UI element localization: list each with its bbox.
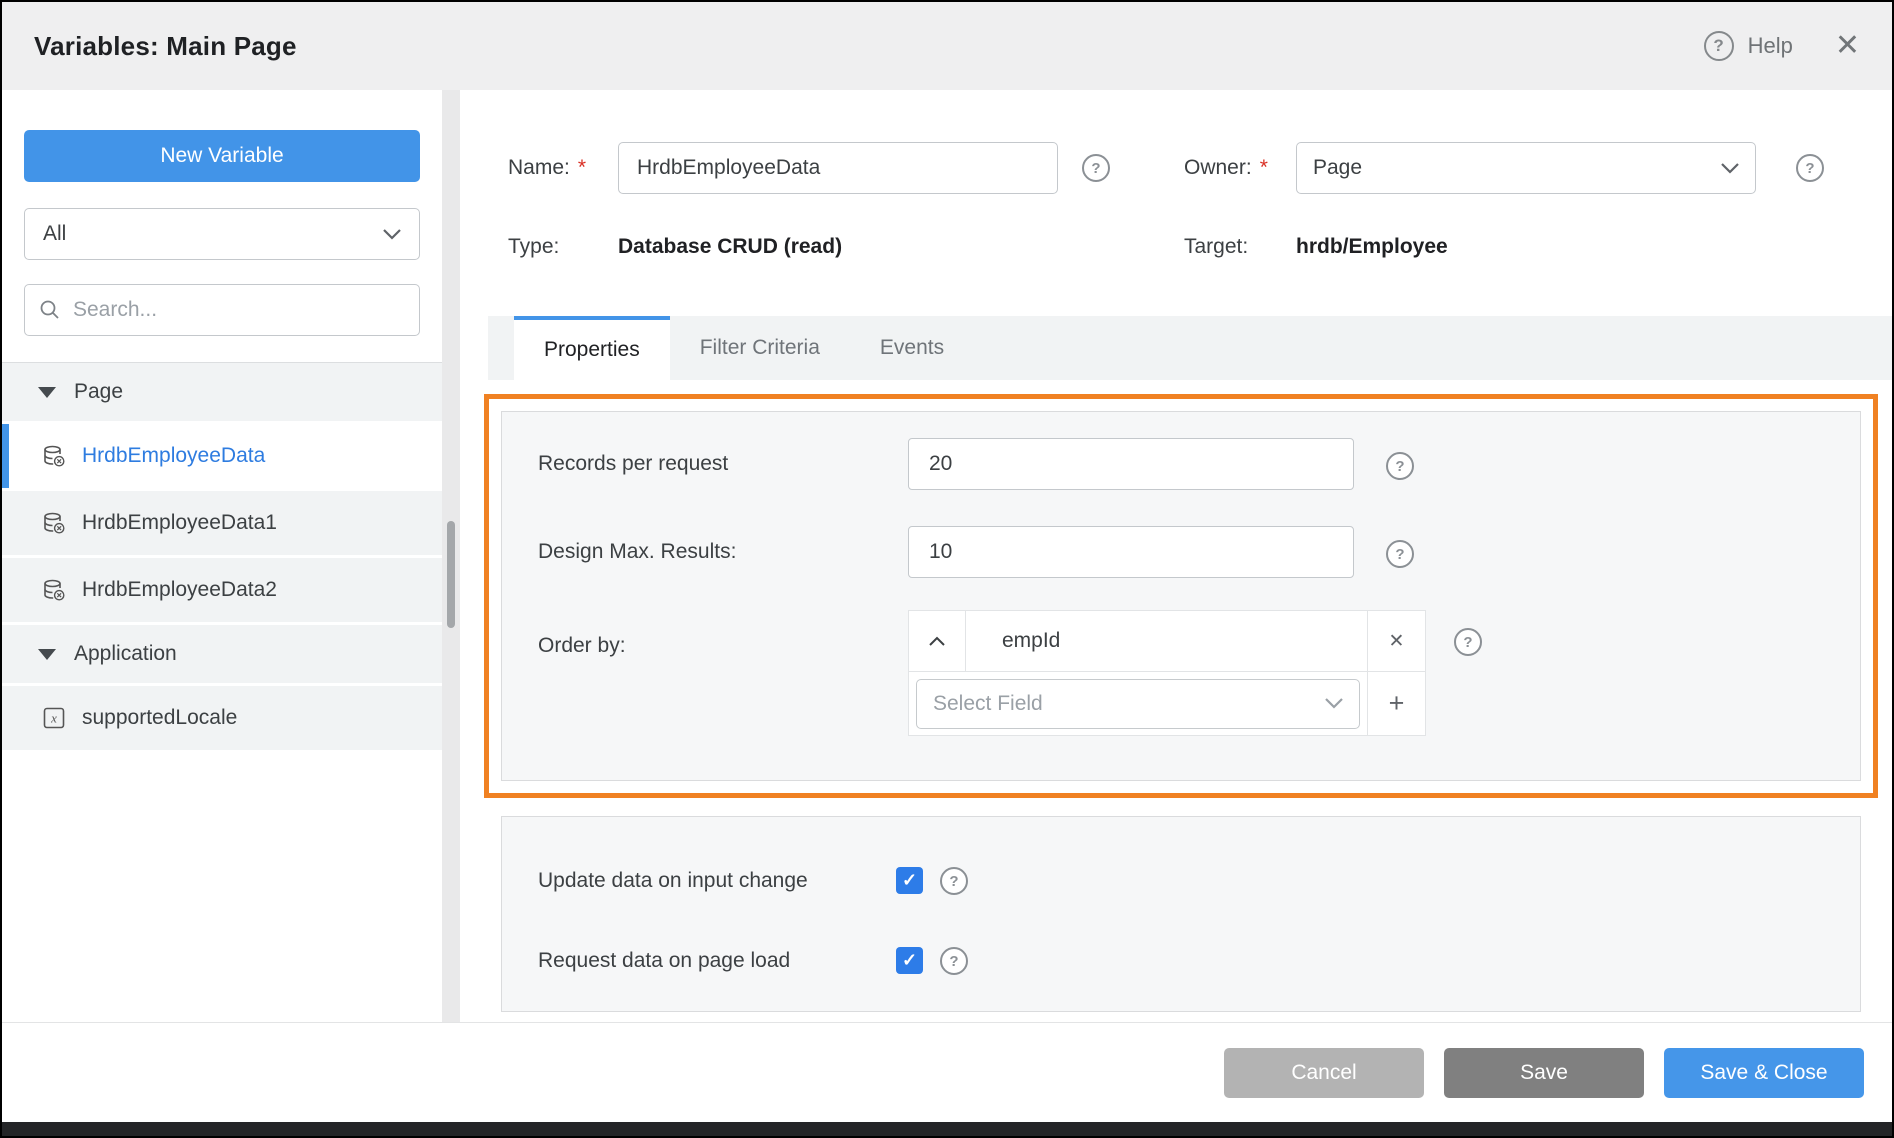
check-icon: ✓ [902, 870, 917, 891]
required-marker: * [1260, 156, 1268, 179]
records-help-icon[interactable]: ? [1386, 452, 1414, 480]
close-icon[interactable]: ✕ [1835, 31, 1860, 61]
name-help-icon[interactable]: ? [1082, 154, 1110, 182]
section-label: Application [74, 642, 177, 666]
svg-text:x: x [50, 711, 57, 726]
name-label: Name:* [508, 142, 586, 194]
select-field-placeholder: Select Field [933, 692, 1043, 716]
tab-properties[interactable]: Properties [514, 316, 670, 380]
owner-label: Owner:* [1184, 142, 1268, 194]
owner-dropdown-value: Page [1313, 156, 1362, 180]
variable-list: Page HrdbEmployeeData HrdbEmployeeData1 … [2, 362, 442, 753]
text-variable-icon: x [42, 706, 66, 730]
owner-help-icon[interactable]: ? [1796, 154, 1824, 182]
add-order-field-button[interactable]: + [1368, 672, 1426, 736]
required-marker: * [578, 156, 586, 179]
order-select-cell: Select Field [908, 672, 1368, 736]
help-link[interactable]: Help [1748, 33, 1793, 59]
order-field-value: empId [966, 610, 1368, 672]
search-input[interactable] [73, 298, 405, 322]
sort-direction-button[interactable] [908, 610, 966, 672]
records-per-request-label: Records per request [538, 436, 728, 492]
help-icon[interactable]: ? [1704, 31, 1734, 61]
sidebar-section-page[interactable]: Page [2, 363, 442, 421]
variable-filter-dropdown[interactable]: All [24, 208, 420, 260]
dialog-title: Variables: Main Page [34, 31, 297, 62]
options-panel: Update data on input change ✓ ? Request … [501, 816, 1861, 1012]
request-on-page-load-help-icon[interactable]: ? [940, 947, 968, 975]
target-value: hrdb/Employee [1296, 232, 1448, 262]
update-on-input-change-label: Update data on input change [538, 857, 808, 905]
name-field[interactable] [618, 142, 1058, 194]
database-crud-icon [42, 578, 66, 602]
dialog-footer: Cancel Save Save & Close [2, 1022, 1892, 1122]
variable-item-label: HrdbEmployeeData1 [82, 511, 277, 535]
request-on-page-load-checkbox[interactable]: ✓ [896, 947, 923, 974]
sidebar-section-application[interactable]: Application [2, 625, 442, 683]
request-on-page-load-label: Request data on page load [538, 937, 790, 985]
chevron-down-icon [1325, 698, 1343, 709]
update-on-input-change-checkbox[interactable]: ✓ [896, 867, 923, 894]
section-label: Page [74, 380, 123, 404]
search-icon [39, 299, 61, 321]
sidebar-item-supportedlocale[interactable]: x supportedLocale [2, 686, 442, 750]
save-and-close-button[interactable]: Save & Close [1664, 1048, 1864, 1098]
plus-icon: + [1389, 688, 1405, 719]
check-icon: ✓ [902, 950, 917, 971]
sidebar-item-hrdbemployeedata2[interactable]: HrdbEmployeeData2 [2, 558, 442, 622]
tab-bar: Properties Filter Criteria Events [488, 316, 1892, 380]
variable-item-label: supportedLocale [82, 706, 237, 730]
scrollbar-thumb[interactable] [447, 521, 455, 628]
database-crud-icon [42, 444, 66, 468]
order-by-editor: empId ✕ Select Field [908, 610, 1426, 736]
remove-order-field-button[interactable]: ✕ [1368, 610, 1426, 672]
cancel-button[interactable]: Cancel [1224, 1048, 1424, 1098]
variables-sidebar: New Variable All Page HrdbEmployeeData [2, 90, 442, 1022]
max-results-help-icon[interactable]: ? [1386, 540, 1414, 568]
collapse-triangle-icon [38, 387, 56, 398]
highlighted-properties-section: Records per request ? Design Max. Result… [484, 394, 1878, 798]
chevron-down-icon [1721, 163, 1739, 174]
properties-panel: Records per request ? Design Max. Result… [501, 411, 1861, 781]
new-variable-button[interactable]: New Variable [24, 130, 420, 182]
variable-item-label: HrdbEmployeeData2 [82, 578, 277, 602]
type-label: Type: [508, 232, 559, 262]
filter-dropdown-value: All [43, 222, 66, 246]
save-button[interactable]: Save [1444, 1048, 1644, 1098]
database-crud-icon [42, 511, 66, 535]
variable-item-label: HrdbEmployeeData [82, 444, 265, 468]
sidebar-item-hrdbemployeedata1[interactable]: HrdbEmployeeData1 [2, 491, 442, 555]
design-max-results-label: Design Max. Results: [538, 524, 736, 580]
variable-editor: Name:* ? Owner:* Page ? Type: Database C… [460, 90, 1892, 1022]
sidebar-scrollbar[interactable] [442, 90, 460, 1022]
sidebar-item-hrdbemployeedata[interactable]: HrdbEmployeeData [2, 424, 442, 488]
select-field-dropdown[interactable]: Select Field [916, 679, 1360, 729]
chevron-up-icon [929, 636, 945, 646]
owner-dropdown[interactable]: Page [1296, 142, 1756, 194]
collapse-triangle-icon [38, 649, 56, 660]
order-by-help-icon[interactable]: ? [1454, 628, 1482, 656]
clear-icon: ✕ [1389, 630, 1405, 653]
dialog-header: Variables: Main Page ? Help ✕ [2, 2, 1892, 90]
records-per-request-field[interactable] [908, 438, 1354, 490]
type-value: Database CRUD (read) [618, 232, 842, 262]
variable-search[interactable] [24, 284, 420, 336]
tab-events[interactable]: Events [850, 316, 974, 380]
background-page-edge [2, 1122, 1892, 1136]
order-by-label: Order by: [538, 618, 626, 674]
chevron-down-icon [383, 229, 401, 240]
update-on-input-change-help-icon[interactable]: ? [940, 867, 968, 895]
variables-dialog: Variables: Main Page ? Help ✕ New Variab… [2, 2, 1892, 1136]
target-label: Target: [1184, 232, 1248, 262]
design-max-results-field[interactable] [908, 526, 1354, 578]
tab-filter-criteria[interactable]: Filter Criteria [670, 316, 850, 380]
